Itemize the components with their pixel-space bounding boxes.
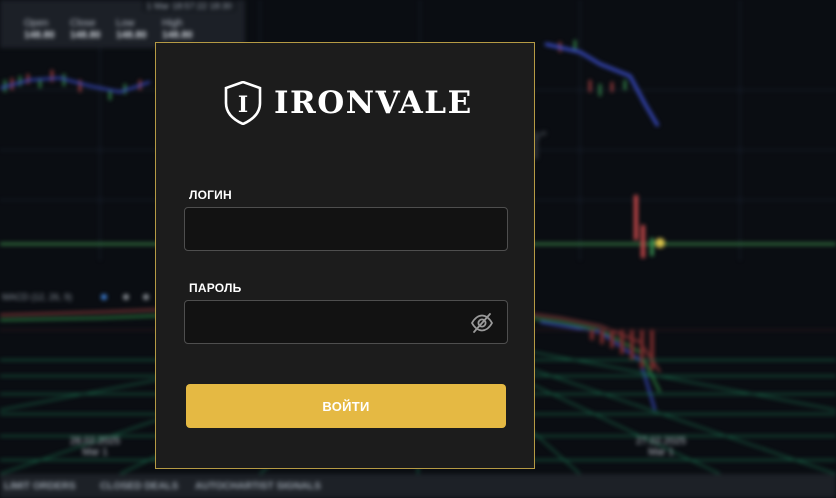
shield-logo-icon: I (224, 81, 262, 125)
ohlc-close-label: Close (70, 18, 96, 29)
date-label-left-day: Mar 1 (82, 447, 108, 458)
tab-autochartist-signals: AUTOCHARTIST SIGNALS (195, 481, 321, 492)
ohlc-close: Close 148.80 (70, 18, 101, 42)
ohlc-open-label: Open (24, 18, 49, 29)
eye-slash-icon[interactable] (470, 311, 494, 335)
ohlc-low: Low 148.80 (116, 18, 147, 42)
ohlc-high-label: High (162, 18, 183, 29)
password-input[interactable] (185, 301, 507, 343)
ohlc-open: Open 148.80 (24, 18, 55, 42)
bottom-tab-bar: LIMIT ORDERS CLOSED DEALS AUTOCHARTIST S… (0, 474, 836, 498)
date-label-right-day: Mar 1 (648, 447, 674, 458)
login-button[interactable]: ВОЙТИ (186, 384, 506, 428)
ohlc-close-value: 148.80 (70, 30, 101, 41)
login-screen: Open 148.80 Close 148.80 Low 148.80 High… (0, 0, 836, 498)
ohlc-open-value: 148.80 (24, 30, 55, 41)
brand-logo: I IRONVALE (224, 81, 474, 125)
ohlc-high: High 148.80 (162, 18, 193, 42)
date-label-right-date: 27.02.2025 (636, 436, 687, 447)
login-input[interactable] (185, 208, 507, 250)
tab-limit-orders: LIMIT ORDERS (4, 481, 76, 492)
login-field (184, 207, 508, 251)
date-label-left-date: 28.02.2025 (70, 436, 121, 447)
password-label: ПАРОЛЬ (189, 281, 242, 295)
ohlc-high-value: 148.80 (162, 30, 193, 41)
password-field (184, 300, 508, 344)
brand-name: IRONVALE (274, 85, 473, 121)
logo-letter: I (238, 92, 248, 118)
date-label-left: 28.02.2025 Mar 1 (70, 436, 120, 458)
date-label-right: 27.02.2025 Mar 1 (636, 436, 686, 458)
ohlc-low-label: Low (116, 18, 135, 29)
login-panel: I IRONVALE ЛОГИН ПАРОЛЬ ВОЙТИ (155, 42, 535, 469)
login-label: ЛОГИН (189, 188, 232, 202)
tab-closed-deals: CLOSED DEALS (100, 481, 179, 492)
indicator-label: MACD (12, 26, 9) (2, 292, 73, 302)
ohlc-low-value: 148.80 (116, 30, 147, 41)
time-readout: 1 Mar 18:57:22 18:30 (142, 0, 236, 12)
